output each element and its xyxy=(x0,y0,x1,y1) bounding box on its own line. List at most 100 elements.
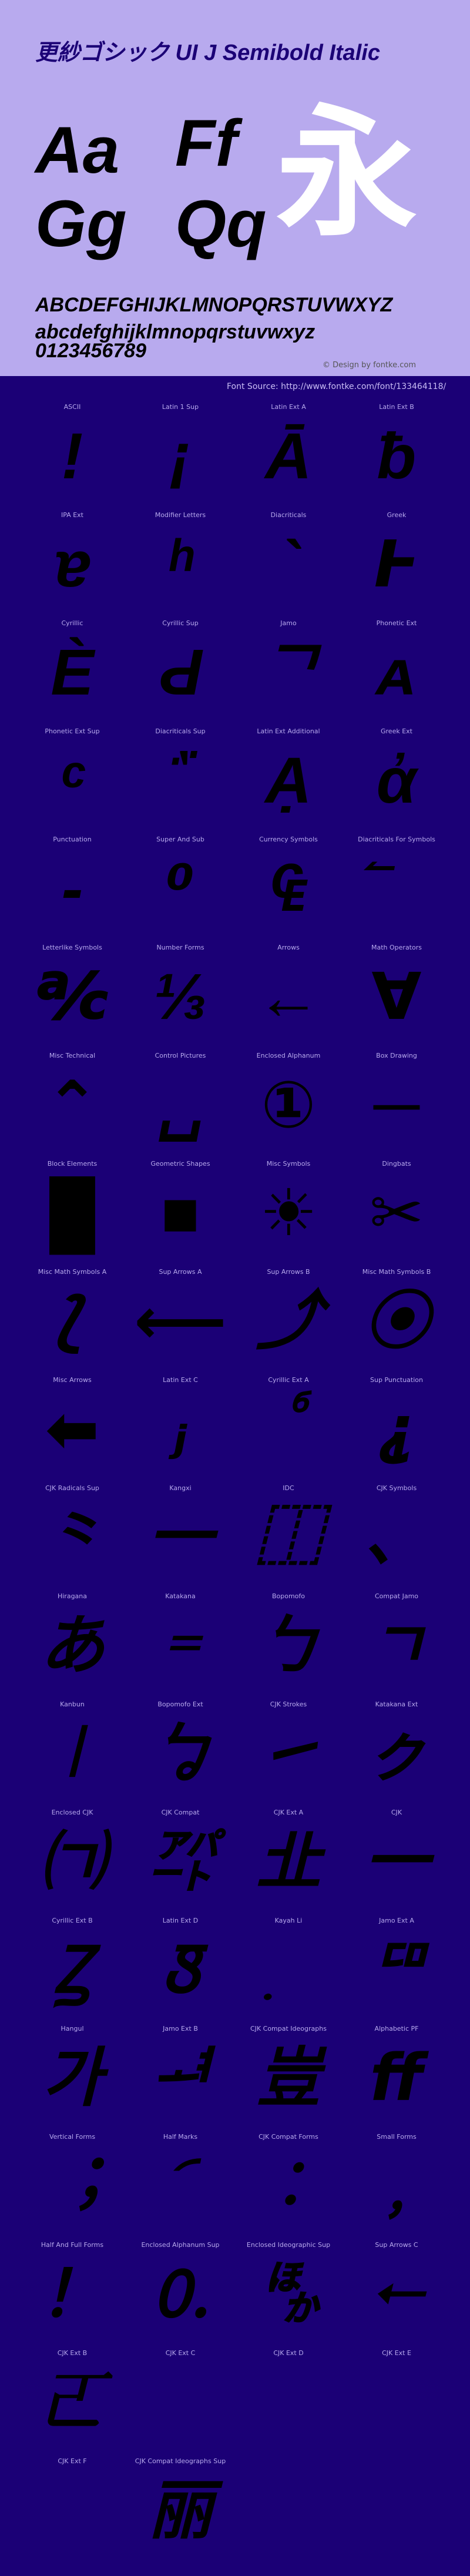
block-cell: Compat Jamo ㄱ xyxy=(343,1592,451,1700)
block-cell: Kangxi ⼀ xyxy=(126,1484,234,1592)
block-glyph: ← xyxy=(256,961,321,1033)
block-label: Misc Symbols xyxy=(266,1160,311,1168)
block-label: Phonetic Ext xyxy=(376,619,417,627)
block-cell: Misc Symbols ☀ xyxy=(234,1160,343,1268)
block-glyph: ㇀ xyxy=(256,1718,321,1790)
block-glyph: ꥠ xyxy=(367,1934,427,2006)
block-glyph: Ꟑ xyxy=(161,1934,200,2006)
block-label: Katakana Ext xyxy=(375,1700,418,1708)
block-label: Jamo Ext A xyxy=(379,1917,414,1924)
block-cell: Number Forms ⅓ xyxy=(126,944,234,1052)
block-label: CJK Strokes xyxy=(270,1700,307,1708)
block-label: ASCII xyxy=(63,403,81,411)
block-cell: Kanbun ㆐ xyxy=(18,1700,126,1809)
sample-aa: Aa xyxy=(35,113,120,187)
font-title: 更紗ゴシック UI J Semibold Italic xyxy=(35,41,380,65)
block-cell: Kayah Li꤫ xyxy=(234,1917,343,2025)
digits-sample: 0123456789 xyxy=(35,340,147,362)
block-cell: Math Operators ∀ xyxy=(343,944,451,1052)
block-glyph: ᷀ xyxy=(126,745,234,816)
block-glyph: ¡ xyxy=(169,420,192,492)
block-cell: Alphabetic PF ﬀ xyxy=(343,2025,451,2133)
block-cell: CJK Compat Forms ︰ xyxy=(234,2133,343,2241)
block-glyph: ⟅ xyxy=(57,1285,88,1357)
block-label: Dingbats xyxy=(382,1160,411,1168)
font-source-link[interactable]: Font Source: http://www.fontke.com/font/… xyxy=(227,382,446,391)
block-cell: Enclosed Alphanum Sup 🄀 xyxy=(126,2241,234,2349)
block-glyph: 🄀 xyxy=(148,2258,213,2330)
block-cell: CJK Ext E 𫠠 xyxy=(343,2349,451,2457)
block-glyph: ⤴ xyxy=(256,1285,321,1357)
block-label: CJK Ext B xyxy=(57,2349,88,2357)
block-label: Block Elements xyxy=(47,1160,98,1168)
block-glyph: ᶜ xyxy=(59,744,86,817)
block-label: Cyrillic xyxy=(61,619,83,627)
block-glyph: ﹐ xyxy=(364,2150,429,2222)
block-label: Super And Sub xyxy=(156,836,204,843)
block-cell: IPA Ext ɐ xyxy=(18,511,126,619)
block-label: Enclosed Alphanum xyxy=(256,1052,321,1059)
block-label: Hiragana xyxy=(57,1592,88,1600)
block-label: CJK Radicals Sup xyxy=(45,1484,99,1492)
block-cell: Enclosed Ideographic Sup 🈀 xyxy=(234,2241,343,2349)
block-glyph: ɐ xyxy=(54,528,90,601)
block-cell: Cyrillic Ѐ xyxy=(18,619,126,727)
block-label: Alphabetic PF xyxy=(374,2025,419,2032)
block-cell: IDC ⿰ xyxy=(234,1484,343,1592)
block-cell: Diacriticals Sup᷀ xyxy=(126,727,234,836)
block-cell: Misc Arrows ⬅ xyxy=(18,1376,126,1484)
block-cell: Hangul 가 xyxy=(18,2025,126,2133)
block-label: Hangul xyxy=(61,2025,84,2032)
block-glyph: ⅓ xyxy=(153,961,207,1033)
block-glyph: ⟵ xyxy=(134,1285,227,1357)
block-cell: Vertical Forms ︔ xyxy=(18,2133,126,2241)
block-cell: Punctuation ‐ xyxy=(18,836,126,944)
block-glyph: ㄅ xyxy=(256,1609,321,1682)
specimen-header: 更紗ゴシック UI J Semibold Italic Aa Ff Gg Qq … xyxy=(0,0,470,376)
block-glyph: 𫝀 xyxy=(264,2366,313,2439)
block-glyph: ! xyxy=(61,420,83,492)
block-cell: Currency Symbols ₠ xyxy=(234,836,343,944)
block-cell: CJK Strokes ㇀ xyxy=(234,1700,343,1809)
block-cell: Enclosed Alphanum ① xyxy=(234,1052,343,1160)
block-cell: Cyrillic Ext B Ꙁ xyxy=(18,1917,126,2025)
block-glyph: ✂ xyxy=(369,1177,424,1249)
block-cell: Enclosed CJK ㈀ xyxy=(18,1809,126,1917)
block-glyph: ㆠ xyxy=(148,1718,213,1790)
block-glyph: Ԁ xyxy=(159,636,202,709)
block-glyph: ⌃ xyxy=(45,1069,100,1141)
block-label: Currency Symbols xyxy=(259,836,318,843)
block-label: CJK Symbols xyxy=(376,1484,417,1492)
block-label: Bopomofo xyxy=(271,1592,306,1600)
block-label: CJK Compat Ideographs Sup xyxy=(135,2457,226,2465)
block-cell: Small Forms ﹐ xyxy=(343,2133,451,2241)
block-cell: Control Pictures ␣ xyxy=(126,1052,234,1160)
block-cell: Box Drawing ─ xyxy=(343,1052,451,1160)
block-glyph: ① xyxy=(261,1069,316,1141)
sample-gg: Gg xyxy=(35,187,127,260)
sample-ff: Ff xyxy=(175,106,237,180)
block-glyph: 豈 xyxy=(256,2042,321,2114)
block-label: Sup Arrows B xyxy=(267,1268,310,1276)
block-label: Control Pictures xyxy=(155,1052,206,1059)
block-label: CJK Ext E xyxy=(382,2349,411,2357)
block-glyph: 、 xyxy=(364,1501,429,1574)
block-label: Kangxi xyxy=(169,1484,192,1492)
block-label: Compat Jamo xyxy=(374,1592,419,1600)
block-glyph: ␣ xyxy=(157,1069,204,1141)
block-label: Half Marks xyxy=(163,2133,198,2141)
block-glyph: ‐ xyxy=(61,853,83,925)
block-label: Diacriticals Sup xyxy=(155,727,206,735)
block-label: Latin Ext A xyxy=(271,403,306,411)
block-cell: Sup Arrows C 🠀 xyxy=(343,2241,451,2349)
block-label: Jamo xyxy=(280,619,297,627)
block-cell: Sup Punctuation ⸘ xyxy=(343,1376,451,1484)
copyright-text: © Design by fontke.com xyxy=(322,361,416,370)
block-glyph: ᴀ xyxy=(377,636,416,709)
block-cell: Half And Full Forms ！ xyxy=(18,2241,126,2349)
block-glyph: ⁰ xyxy=(166,853,195,925)
block-cell: Misc Math Symbols B ⦿ xyxy=(343,1268,451,1376)
block-cell: Latin Ext A Ā xyxy=(234,403,343,511)
block-cell: Letterlike Symbols ℀ xyxy=(18,944,126,1052)
block-glyph: ⼀ xyxy=(148,1501,213,1574)
